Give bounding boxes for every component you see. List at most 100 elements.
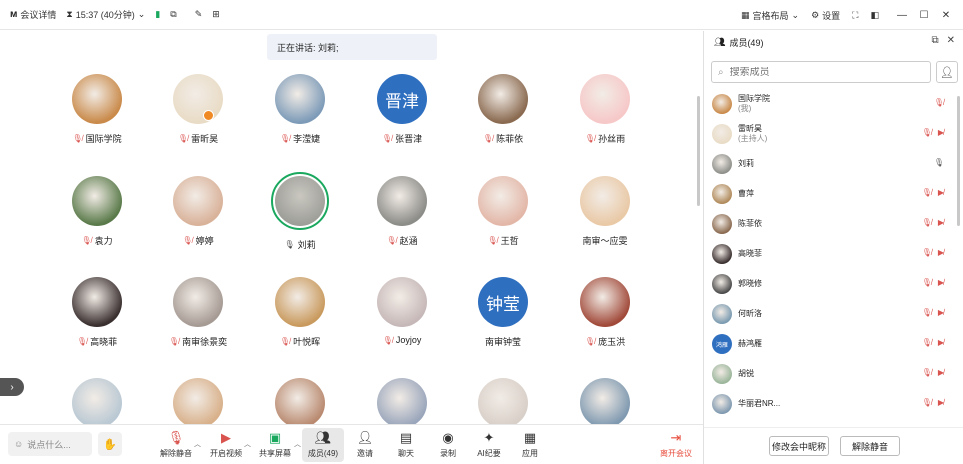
notes-button[interactable]: ✎ (195, 9, 203, 20)
grid-scrollbar[interactable] (697, 96, 700, 206)
unmute-button[interactable]: 🎙︎ 解除静音 (155, 428, 197, 462)
mic-off-icon[interactable]: 🎙︎̸ (922, 128, 932, 137)
participant-tile[interactable] (250, 378, 350, 424)
mic-off-icon[interactable]: 🎙︎̸ (922, 248, 932, 257)
participant-tile[interactable]: 🎙︎̸ 国际学院 (47, 74, 147, 145)
video-off-icon[interactable]: ▶︎̸ (938, 308, 944, 317)
participant-tile[interactable]: 🎙︎̸ 孙丝雨 (555, 74, 655, 145)
chevron-up-icon[interactable]: ︿ (244, 439, 251, 449)
unmute-all-button[interactable]: 解除静音 (840, 436, 900, 456)
member-row[interactable]: 何昕洛 🎙︎̸ ▶︎̸ (704, 299, 963, 329)
invite-button[interactable]: 👤︎ 邀请 (344, 428, 386, 462)
video-off-icon[interactable]: ▶︎̸ (938, 248, 944, 257)
layout-label: 宫格布局 (752, 10, 789, 21)
member-search-input[interactable] (729, 66, 910, 78)
participant-tile[interactable]: 🎙︎̸ 婷婷 (148, 176, 248, 247)
video-off-icon[interactable]: ▶︎̸ (938, 338, 944, 347)
chat-button[interactable]: ▤ 聊天 (385, 428, 427, 462)
participant-tile[interactable] (453, 378, 553, 424)
mic-off-icon[interactable]: 🎙︎̸ (922, 188, 932, 197)
mic-off-icon[interactable]: 🎙︎̸ (934, 98, 944, 107)
participant-tile[interactable]: 南审～应雯 (555, 176, 655, 247)
chevron-up-icon[interactable]: ︿ (194, 439, 201, 449)
participant-tile[interactable]: 晋津 🎙︎̸ 张晋津 (352, 74, 452, 145)
mic-off-icon[interactable]: 🎙︎̸ (922, 338, 932, 347)
member-name-block: 曹萍 (738, 189, 754, 199)
members-icon: 👥︎ (714, 36, 726, 47)
participant-tile[interactable] (148, 378, 248, 424)
top-bar: ᴍ 会议详情 ⧗ 15:37 (40分钟) ⌄ ▮ ⧉ ✎ ⊞ ▦ 宫格布局 ⌄… (0, 0, 963, 30)
member-manage-button[interactable]: 👤︎ (936, 61, 958, 83)
participant-tile[interactable]: 🎙︎̸ 赵涵 (352, 176, 452, 247)
member-row[interactable]: 华丽君NR... 🎙︎̸ ▶︎̸ (704, 389, 963, 419)
video-off-icon[interactable]: ▶︎̸ (938, 128, 944, 137)
video-off-icon[interactable]: ▶︎̸ (938, 398, 944, 407)
minimize-button[interactable]: — (891, 10, 913, 21)
member-row[interactable]: 鸿雁 赫鸿雁 🎙︎̸ ▶︎̸ (704, 329, 963, 359)
mic-off-icon[interactable]: 🎙︎̸ (922, 278, 932, 287)
video-off-icon[interactable]: ▶︎̸ (938, 188, 944, 197)
participant-tile[interactable]: 🎙︎̸ 雷昕昊 (148, 74, 248, 145)
mic-off-icon[interactable]: 🎙︎̸ (922, 308, 932, 317)
leave-meeting-button[interactable]: ⇥ 离开会议 (655, 428, 697, 462)
record-button[interactable]: ◉ 录制 (427, 428, 469, 462)
raise-hand-button[interactable]: ✋ (98, 432, 122, 456)
ai-minutes-button[interactable]: ✦ AI纪要 (468, 428, 510, 462)
participant-tile[interactable]: 🎙︎̸ 李滢婕 (250, 74, 350, 145)
mic-off-icon: 🎙︎̸ (279, 134, 291, 143)
mic-off-icon[interactable]: 🎙︎̸ (922, 218, 932, 227)
share-screen-button[interactable]: ▣ 共享屏幕 (254, 428, 296, 462)
translate-button[interactable]: ⊞ (212, 9, 220, 20)
fullscreen-button[interactable]: ⛶ (852, 10, 858, 21)
member-name: 高晓菲 (738, 249, 762, 258)
popout-button[interactable]: ⧉ (170, 9, 176, 20)
member-avatar (712, 154, 732, 174)
meeting-details-button[interactable]: ᴍ 会议详情 (10, 8, 56, 21)
participant-tile[interactable] (555, 378, 655, 424)
participant-tile[interactable]: 🎙︎̸ 高晓菲 (47, 277, 147, 348)
mic-off-icon[interactable]: 🎙︎̸ (922, 398, 932, 407)
participant-tile[interactable]: 🎙︎ 刘莉 (250, 172, 350, 251)
members-button[interactable]: 👥︎ 成员(49) (302, 428, 344, 462)
participant-tile[interactable]: 🎙︎̸ 陈菲依 (453, 74, 553, 145)
video-off-icon[interactable]: ▶︎̸ (938, 278, 944, 287)
participant-tile[interactable]: 🎙︎̸ 南审徐景奕 (148, 277, 248, 348)
close-panel-icon[interactable]: ✕ (947, 35, 955, 46)
layout-button[interactable]: ▦ 宫格布局 ⌄ (741, 9, 799, 22)
video-off-icon[interactable]: ▶︎̸ (938, 218, 944, 227)
mic-off-icon[interactable]: 🎙︎̸ (922, 368, 932, 377)
timer[interactable]: ⧗ 15:37 (40分钟) ⌄ (66, 8, 145, 21)
signal-indicator[interactable]: ▮ (155, 9, 160, 20)
participant-tile[interactable]: 🎙︎̸ 袁力 (47, 176, 147, 247)
chevron-up-icon[interactable]: ︿ (294, 439, 301, 449)
apps-button[interactable]: ▦ 应用 (509, 428, 551, 462)
member-row[interactable]: 国际学院 (我) 🎙︎̸ (704, 89, 963, 119)
member-row[interactable]: 雷昕昊 (主持人) 🎙︎̸ ▶︎̸ (704, 119, 963, 149)
member-row[interactable]: 胡锐 🎙︎̸ ▶︎̸ (704, 359, 963, 389)
mic-icon[interactable]: 🎙︎ (934, 158, 944, 167)
video-off-icon[interactable]: ▶︎̸ (938, 368, 944, 377)
member-row[interactable]: 刘莉 🎙︎ (704, 149, 963, 179)
participant-tile[interactable]: 🎙︎̸ 王哲 (453, 176, 553, 247)
chat-input[interactable]: ☺ 说点什么... (8, 432, 92, 456)
rename-button[interactable]: 修改会中昵称 (769, 436, 829, 456)
maximize-button[interactable]: ☐ (913, 10, 935, 21)
settings-button[interactable]: ⚙ 设置 (811, 9, 840, 22)
participant-tile[interactable]: 🎙︎̸ Joyjoy (352, 277, 452, 345)
participant-tile[interactable] (47, 378, 147, 424)
close-button[interactable]: ✕ (935, 10, 957, 21)
panel-scrollbar[interactable] (957, 96, 960, 226)
member-row[interactable]: 高晓菲 🎙︎̸ ▶︎̸ (704, 239, 963, 269)
start-video-button[interactable]: ▶︎ 开启视频 (205, 428, 247, 462)
participant-tile[interactable]: 钟莹 南审钟莹 (453, 277, 553, 348)
sidebar-toggle-button[interactable]: ◧ (870, 10, 879, 21)
member-search[interactable]: ⌕ (711, 61, 931, 83)
expand-tab-button[interactable]: › (0, 378, 24, 396)
member-row[interactable]: 郭晓修 🎙︎̸ ▶︎̸ (704, 269, 963, 299)
participant-tile[interactable]: 🎙︎̸ 庞玉洪 (555, 277, 655, 348)
participant-tile[interactable] (352, 378, 452, 424)
participant-tile[interactable]: 🎙︎̸ 叶悦晖 (250, 277, 350, 348)
popout-panel-icon[interactable]: ⧉ (931, 35, 938, 46)
member-row[interactable]: 陈菲依 🎙︎̸ ▶︎̸ (704, 209, 963, 239)
member-row[interactable]: 曹萍 🎙︎̸ ▶︎̸ (704, 179, 963, 209)
